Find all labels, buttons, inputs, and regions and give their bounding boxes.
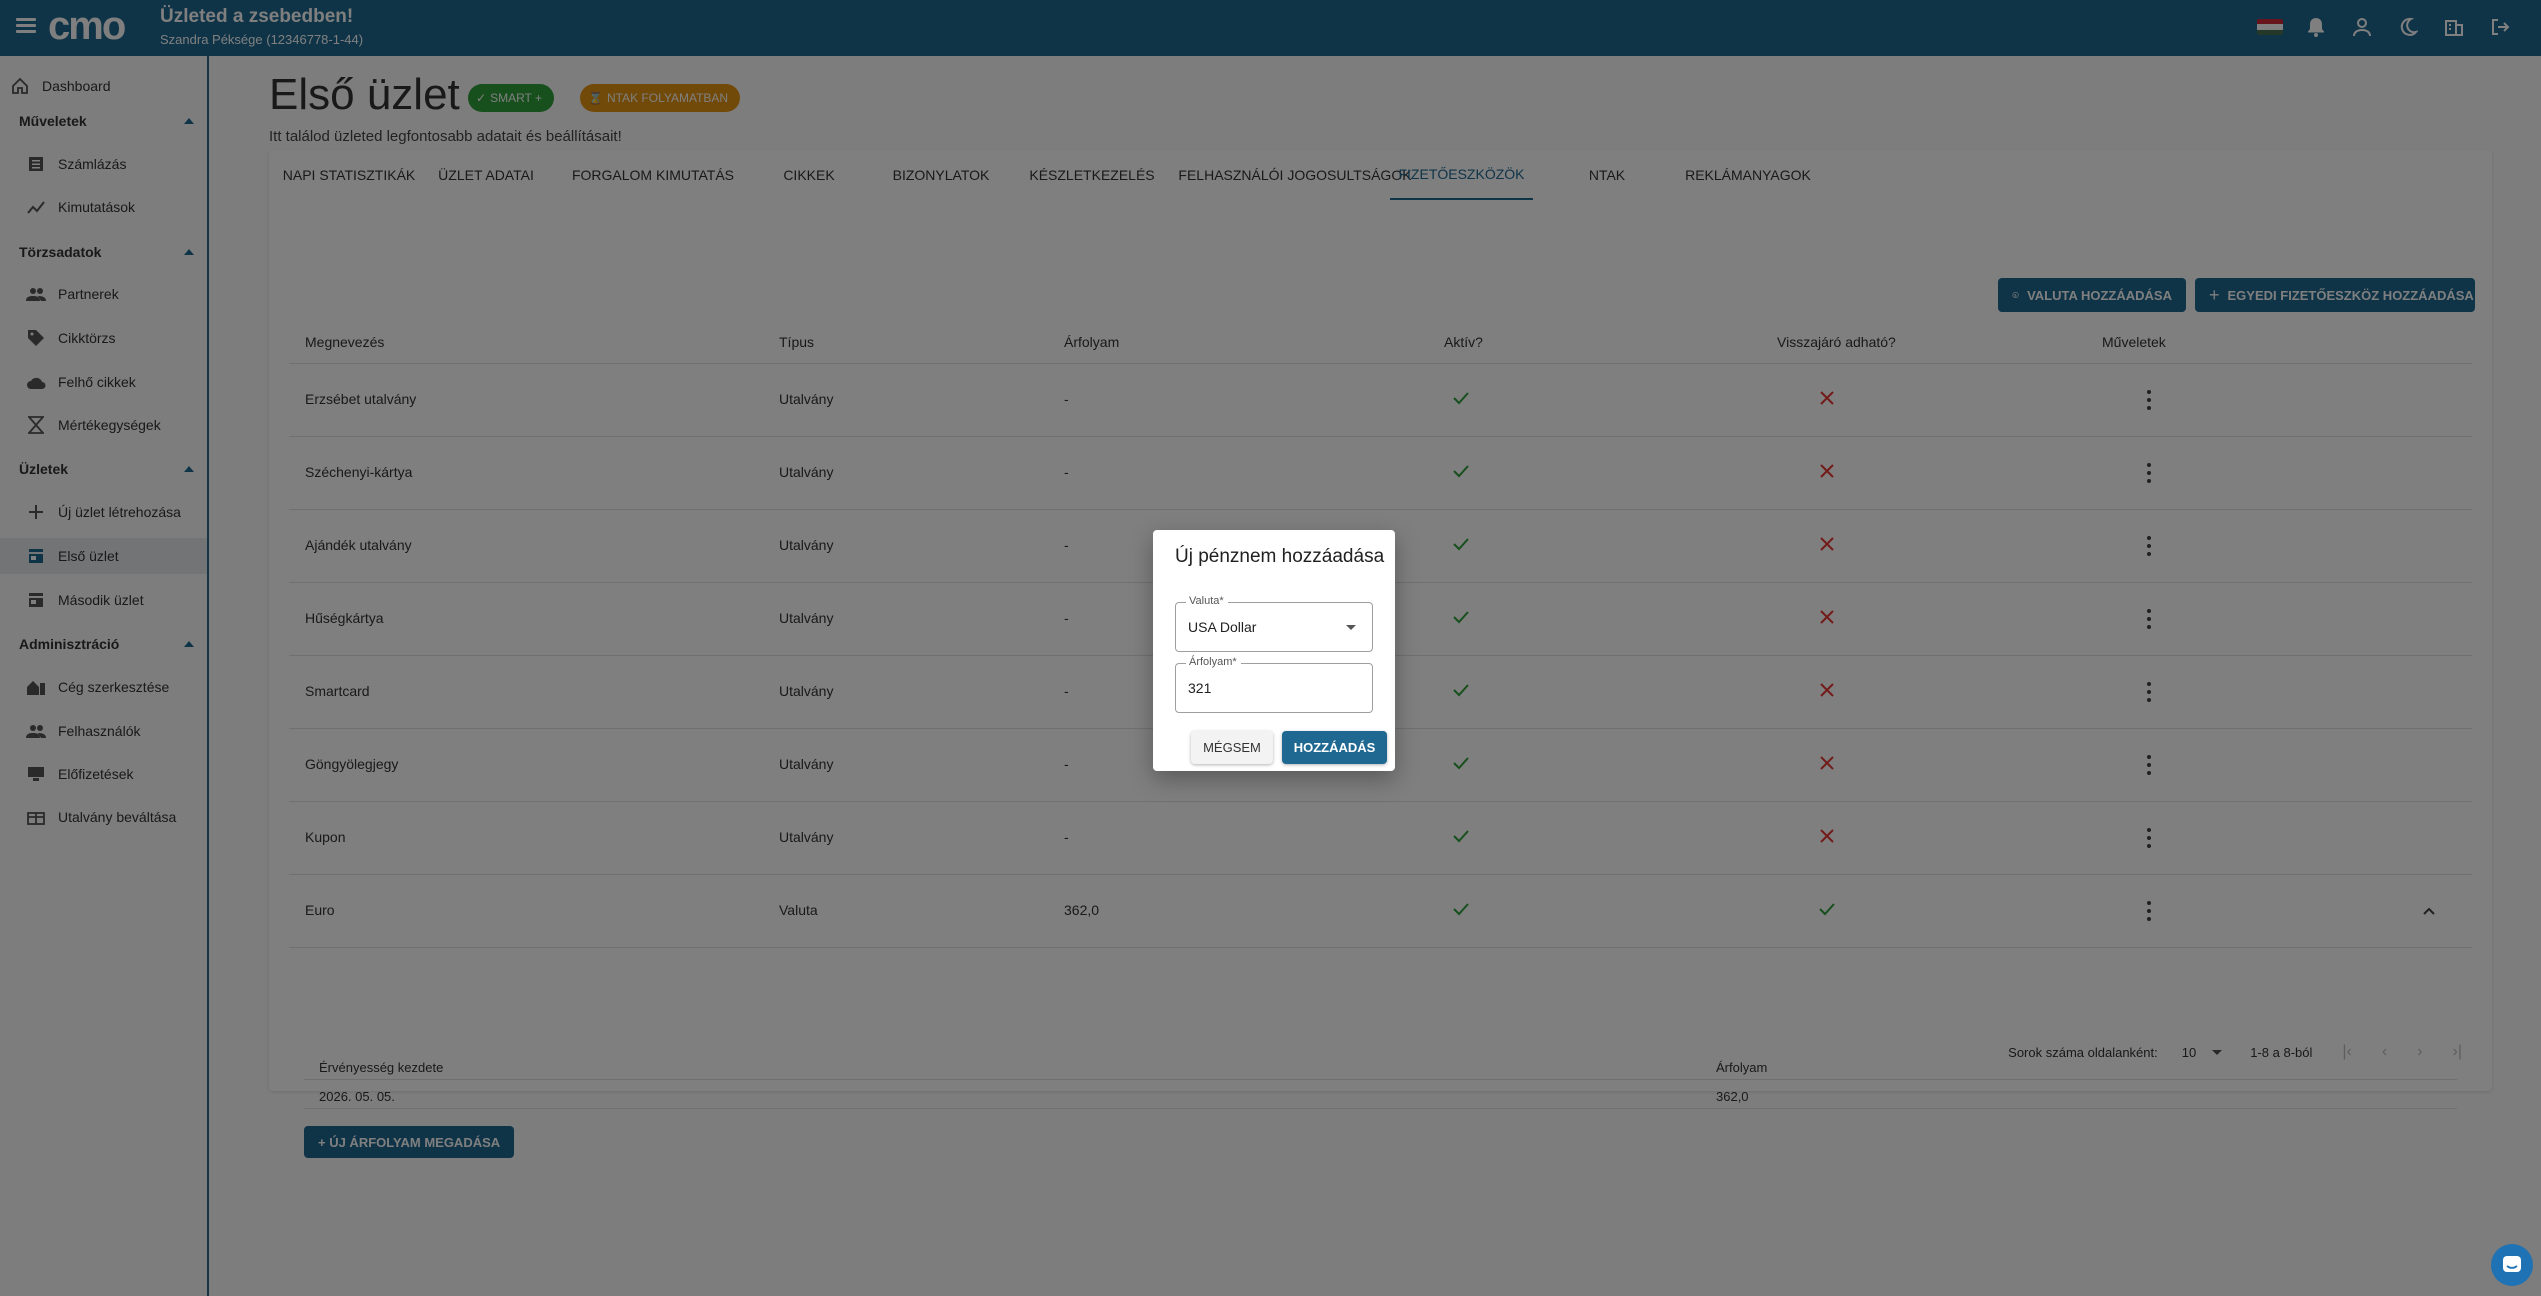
dropdown-arrow-icon [1346, 625, 1356, 630]
rate-field[interactable]: Árfolyam* [1175, 656, 1373, 713]
add-currency-dialog: Új pénznem hozzáadása Valuta* USA Dollar… [1153, 530, 1395, 771]
add-button[interactable]: Hozzáadás [1282, 731, 1387, 764]
dialog-title: Új pénznem hozzáadása [1175, 546, 1385, 567]
cancel-button[interactable]: Mégsem [1191, 731, 1273, 764]
currency-label: Valuta* [1186, 595, 1228, 607]
currency-select[interactable]: Valuta* USA Dollar [1175, 595, 1373, 652]
rate-input[interactable] [1176, 664, 1372, 712]
chat-icon[interactable] [2491, 1244, 2533, 1286]
currency-value: USA Dollar [1188, 619, 1257, 635]
